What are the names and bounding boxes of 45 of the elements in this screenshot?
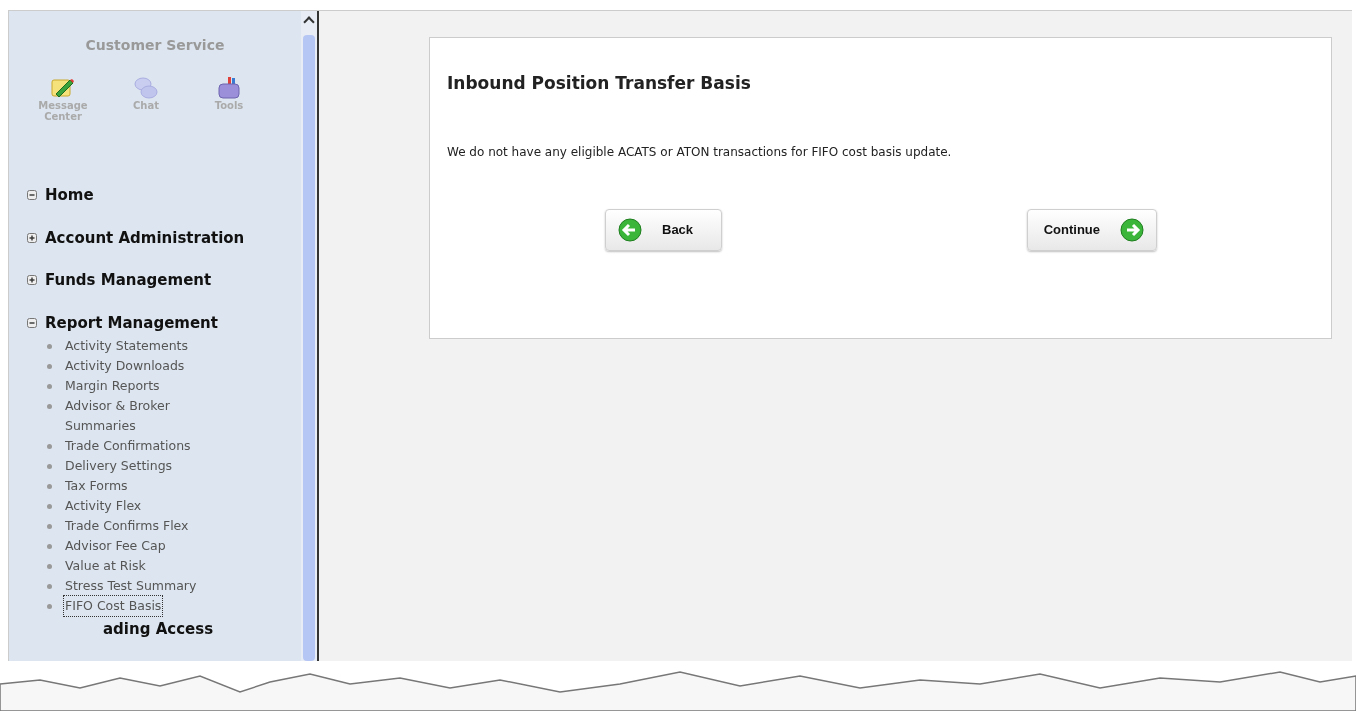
bullet-icon	[47, 344, 52, 349]
bullet-icon	[47, 484, 52, 489]
bullet-icon	[47, 584, 52, 589]
report-link[interactable]: Activity Statements	[64, 336, 189, 356]
page-title: Inbound Position Transfer Basis	[447, 72, 752, 95]
report-link[interactable]: Stress Test Summary	[64, 576, 198, 596]
report-link[interactable]: Delivery Settings	[64, 456, 174, 476]
report-link[interactable]: Trade Confirms Flex	[64, 516, 190, 536]
chat-bubbles-icon	[133, 76, 159, 100]
continue-button[interactable]: Continue	[1026, 208, 1157, 251]
bullet-icon	[47, 464, 52, 469]
expand-icon[interactable]	[27, 232, 37, 243]
notepad-pencil-icon	[50, 76, 76, 100]
report-link[interactable]: Tax Forms	[64, 476, 129, 496]
report-link[interactable]: Advisor Fee Cap	[64, 536, 167, 556]
bullet-icon	[47, 564, 52, 569]
bullet-icon	[47, 384, 52, 389]
section-link[interactable]: Account Administration	[45, 226, 245, 249]
info-message: We do not have any eligible ACATS or ATON transactions for FIFO cost basis update.	[447, 143, 953, 161]
scrollbar[interactable]	[301, 11, 319, 661]
report-link[interactable]: Value at Risk	[64, 556, 147, 576]
back-button[interactable]: Back	[605, 208, 723, 251]
section-link[interactable]: ading Access	[103, 618, 289, 641]
report-link[interactable]: Advisor & Broker Summaries	[64, 396, 237, 436]
sidebar-title: Customer Service	[84, 36, 226, 55]
report-link[interactable]: Activity Downloads	[64, 356, 186, 376]
bullet-icon	[47, 404, 52, 409]
section-link[interactable]: Funds Management	[45, 269, 212, 292]
section-link[interactable]: Home	[45, 184, 94, 207]
bullet-icon	[47, 444, 52, 449]
collapse-icon[interactable]	[27, 190, 37, 201]
bullet-icon	[47, 524, 52, 529]
report-link[interactable]: Margin Reports	[64, 376, 161, 396]
report-link[interactable]: FIFO Cost Basis	[64, 596, 163, 616]
bullet-icon	[47, 504, 52, 509]
expand-icon[interactable]	[27, 275, 37, 286]
report-link[interactable]: Activity Flex	[64, 496, 143, 516]
bullet-icon	[47, 364, 52, 369]
toolbox-icon	[216, 76, 242, 100]
section-link[interactable]: Report Management	[45, 311, 218, 334]
report-link[interactable]: Trade Confirmations	[64, 436, 192, 456]
bullet-icon	[47, 544, 52, 549]
collapse-icon[interactable]	[27, 317, 37, 328]
scroll-thumb[interactable]	[303, 35, 315, 661]
bullet-icon	[47, 604, 52, 609]
